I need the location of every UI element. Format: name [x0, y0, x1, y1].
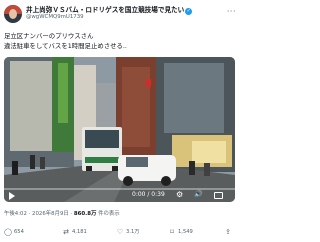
tweet-header: 井上尚弥ＶＳバム・ロドリゲスを国立競技場で見たい ✓ @wgWCMQ9mU1739…: [4, 4, 236, 26]
retweet-icon: ⇄: [63, 228, 69, 236]
like-button[interactable]: ♡ 3.1万: [116, 228, 140, 236]
video-controls: 0:00 / 0:39 ⚙ 🔊: [4, 190, 235, 202]
video-time: 0:00 / 0:39: [132, 191, 165, 198]
tweet-text: 足立区ナンバーのプリウスさん 違法駐車をしてバスを1時間足止めさせる..: [4, 31, 234, 51]
video-player[interactable]: 0:00 / 0:39 ⚙ 🔊: [4, 57, 235, 202]
action-bar: ◯ 654 ⇄ 4,181 ♡ 3.1万 ⌑ 1,549 ⇪: [4, 228, 236, 240]
tweet-timestamp[interactable]: 午後4:02 · 2026年8月9日 ·: [4, 211, 74, 217]
tweet-meta: 午後4:02 · 2026年8月9日 · 860.8万 件の表示: [4, 209, 120, 217]
volume-icon[interactable]: 🔊: [194, 190, 203, 198]
share-button[interactable]: ⇪: [224, 228, 234, 236]
like-count: 3.1万: [126, 229, 140, 235]
views-count: 860.8万: [73, 211, 97, 217]
fullscreen-icon[interactable]: [214, 192, 223, 199]
author-name-text[interactable]: 井上尚弥ＶＳバム・ロドリゲスを国立競技場で見たい: [26, 6, 184, 14]
reply-count: 654: [14, 229, 24, 235]
bookmark-icon: ⌑: [170, 228, 174, 236]
retweet-button[interactable]: ⇄ 4,181: [62, 228, 87, 236]
author-handle[interactable]: @wgWCMQ9mU1739: [26, 14, 84, 20]
tweet-text-line: 違法駐車をしてバスを1時間足止めさせる..: [4, 42, 127, 50]
reply-icon: ◯: [4, 228, 12, 236]
play-icon[interactable]: [9, 192, 15, 200]
verified-badge-icon: ✓: [185, 8, 193, 15]
retweet-count: 4,181: [72, 229, 87, 235]
tweet-text-line: 足立区ナンバーのプリウスさん: [4, 32, 94, 40]
share-icon: ⇪: [225, 228, 231, 236]
settings-icon[interactable]: ⚙: [176, 190, 183, 199]
views-label: 件の表示: [96, 211, 120, 217]
video-frame: [4, 57, 235, 202]
more-icon[interactable]: ···: [227, 7, 236, 16]
like-icon: ♡: [116, 228, 124, 236]
avatar[interactable]: [4, 5, 22, 23]
reply-button[interactable]: ◯ 654: [4, 228, 24, 236]
bookmark-button[interactable]: ⌑ 1,549: [168, 228, 193, 236]
bookmark-count: 1,549: [178, 229, 193, 235]
